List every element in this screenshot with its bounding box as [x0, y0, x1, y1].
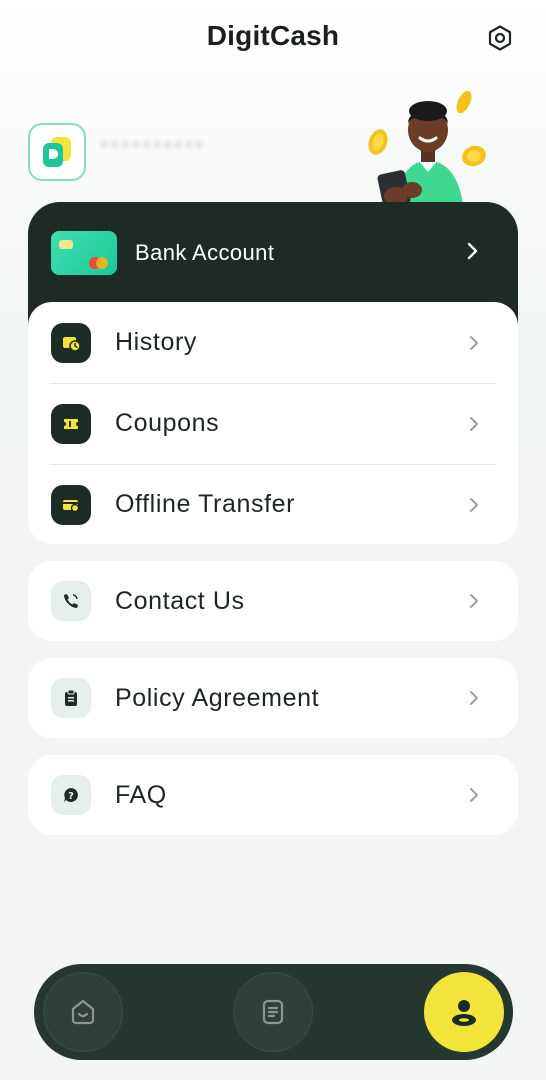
clipboard-icon [51, 678, 91, 718]
question-bubble-icon: ? [51, 775, 91, 815]
bottom-nav [34, 964, 513, 1060]
nav-profile-button[interactable] [424, 972, 504, 1052]
chevron-right-icon [470, 788, 478, 802]
profile-page: DigitCash ********** Bank Account Histor… [0, 0, 546, 1080]
settings-hexagon-icon [488, 25, 512, 51]
menu-item-label: Coupons [115, 409, 220, 437]
settings-button[interactable] [484, 22, 516, 54]
menu-group-contact: Contact Us [28, 561, 518, 641]
menu-item-coupons[interactable]: Coupons [28, 383, 518, 464]
offline-transfer-icon [51, 484, 91, 525]
menu-item-label: Contact Us [115, 586, 245, 615]
bank-card-icon [51, 231, 117, 275]
app-logo-icon [43, 137, 71, 167]
nav-orders-button[interactable] [233, 972, 313, 1052]
username-redacted: ********** [100, 136, 206, 161]
profile-user-icon [452, 1000, 476, 1026]
home-smile-icon [71, 999, 95, 1025]
menu-item-contact-us[interactable]: Contact Us [28, 561, 518, 641]
menu-group-faq: ? FAQ [28, 755, 518, 835]
menu-item-label: History [115, 328, 197, 356]
menu-group-main: History Coupons Offline Transfer [28, 302, 518, 544]
chevron-right-icon [470, 691, 478, 705]
menu-item-policy-agreement[interactable]: Policy Agreement [28, 658, 518, 738]
coupon-ticket-icon [51, 403, 91, 444]
document-list-icon [262, 999, 284, 1025]
bank-account-label: Bank Account [135, 240, 275, 265]
page-title: DigitCash [206, 20, 340, 51]
menu-item-offline-transfer[interactable]: Offline Transfer [28, 464, 518, 545]
phone-icon [51, 581, 91, 621]
menu-item-label: Policy Agreement [115, 683, 320, 712]
menu-group-policy: Policy Agreement [28, 658, 518, 738]
menu-item-label: FAQ [115, 780, 167, 809]
chevron-right-icon [470, 594, 478, 608]
chevron-right-icon [470, 416, 478, 431]
chevron-right-icon [470, 335, 478, 350]
avatar[interactable] [28, 123, 86, 181]
nav-home-button[interactable] [43, 972, 123, 1052]
chevron-right-icon [470, 497, 478, 512]
menu-item-label: Offline Transfer [115, 490, 296, 518]
svg-text:?: ? [68, 791, 74, 802]
menu-item-history[interactable]: History [28, 302, 518, 383]
history-wallet-icon [51, 322, 91, 363]
menu-item-faq[interactable]: ? FAQ [28, 755, 518, 835]
chevron-right-icon [467, 242, 478, 260]
